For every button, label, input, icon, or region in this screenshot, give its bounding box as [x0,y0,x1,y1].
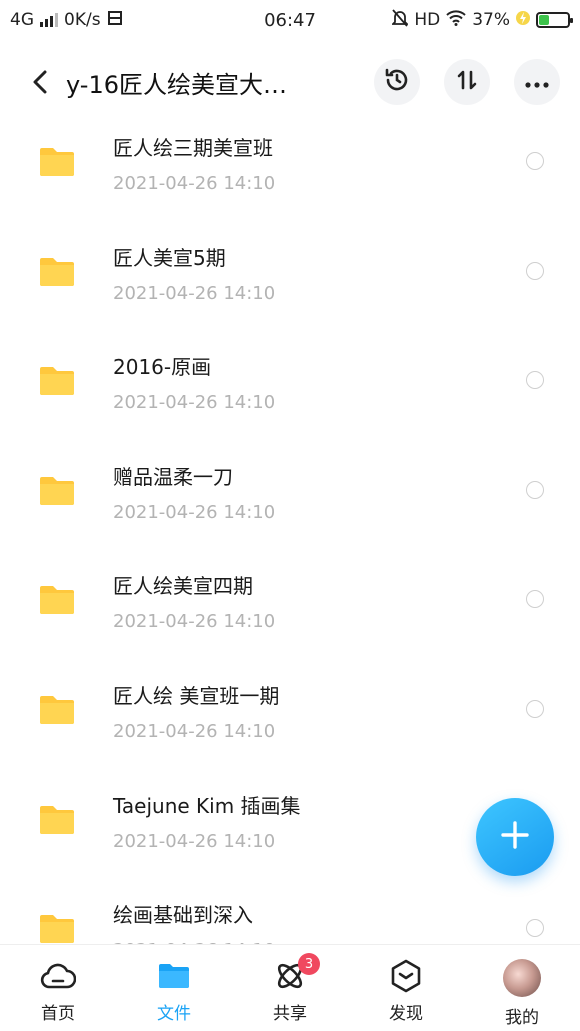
status-right: HD 37% [370,8,573,32]
clock: 06:47 [264,9,316,31]
file-name: 匠人绘三期美宣班 [113,136,273,160]
history-button[interactable] [374,59,420,105]
more-icon [525,73,549,92]
folder-icon [38,256,76,288]
file-text: 2016-原画 2021-04-26 14:10 [113,351,275,413]
select-checkbox[interactable] [526,699,544,718]
select-checkbox[interactable] [526,919,544,938]
file-name: 2016-原画 [113,355,212,380]
history-icon [384,67,410,97]
top-bar: y-16匠人绘美宣大… [0,50,580,114]
sort-button[interactable] [444,59,490,105]
nav-files-label: 文件 [157,1004,191,1024]
wifi-icon [446,9,466,31]
list-item[interactable]: 匠人绘美宣四期 2021-04-26 14:10 [0,558,580,668]
list-item[interactable]: 绘画基础到深入 2021-04-26 14:10 [0,887,580,944]
nav-me-label: 我的 [505,1008,539,1028]
folder-icon [38,365,76,397]
avatar [503,959,541,997]
file-text: 匠人美宣5期 2021-04-26 14:10 [113,242,275,304]
file-text: 赠品温柔一刀 2021-04-26 14:10 [113,461,275,523]
file-text: 绘画基础到深入 2021-04-26 14:10 [113,899,275,944]
nav-home-label: 首页 [41,1004,75,1024]
list-item[interactable]: 匠人绘 美宣班一期 2021-04-26 14:10 [0,668,580,778]
folder-icon [38,694,76,726]
share-badge: 3 [298,953,320,975]
select-checkbox[interactable] [526,590,544,609]
cloud-icon [40,959,76,993]
folder-icon [38,584,76,616]
list-item[interactable]: 匠人绘三期美宣班 2021-04-26 14:10 [0,120,580,230]
header-actions [374,59,560,105]
folder-icon [38,146,76,178]
select-checkbox[interactable] [526,261,544,280]
file-name: 匠人绘美宣四期 [113,574,253,599]
plus-icon [499,819,531,855]
speed-label: 0K/s [64,10,101,30]
bottom-nav: 首页 文件 3 共享 发现 我的 [0,944,580,1031]
folder-icon [38,804,76,836]
file-name: 赠品温柔一刀 [113,464,233,489]
file-date: 2021-04-26 14:10 [113,392,276,414]
folder-icon [38,913,76,944]
screenshot-icon [107,10,123,31]
mute-icon [391,8,410,32]
select-checkbox[interactable] [526,371,544,390]
file-text: 匠人绘美宣四期 2021-04-26 14:10 [113,570,275,632]
network-label: 4G [10,10,34,30]
more-button[interactable] [514,59,560,105]
sort-icon [455,68,479,96]
nav-share-label: 共享 [273,1004,307,1024]
page-title: y-16匠人绘美宣大… [66,70,287,99]
select-checkbox[interactable] [526,480,544,499]
file-date: 2021-04-26 14:10 [113,501,276,523]
nav-me[interactable]: 我的 [464,945,580,1031]
file-text: 匠人绘 美宣班一期 2021-04-26 14:10 [113,680,279,742]
nav-home[interactable]: 首页 [0,945,116,1031]
file-text: Taejune Kim 插画集 2021-04-26 14:10 [113,790,301,852]
battery-percent: 37% [472,10,510,30]
hd-label: HD [414,10,441,30]
nav-share[interactable]: 3 共享 [232,945,348,1031]
back-icon[interactable] [22,64,58,100]
file-date: 2021-04-26 14:10 [113,830,276,852]
battery-icon [536,12,573,28]
list-item[interactable]: 赠品温柔一刀 2021-04-26 14:10 [0,449,580,559]
nav-discover-label: 发现 [389,1004,423,1024]
signal-icon [40,13,58,27]
file-text: 匠人绘三期美宣班 2021-04-26 14:10 [113,132,275,194]
file-date: 2021-04-26 14:10 [113,611,276,633]
file-name: 匠人绘 美宣班一期 [113,683,280,708]
charging-icon [516,10,530,31]
folder-tab-icon [156,959,192,993]
status-left: 4G 0K/s [10,10,210,31]
file-name: 绘画基础到深入 [113,903,253,928]
file-date: 2021-04-26 14:10 [113,173,276,194]
add-button[interactable] [476,798,554,876]
nav-files[interactable]: 文件 [116,945,232,1031]
folder-icon [38,475,76,507]
nav-discover[interactable]: 发现 [348,945,464,1031]
status-bar: 4G 0K/s 06:47 HD 37% [0,0,580,40]
file-date: 2021-04-26 14:10 [113,282,276,304]
file-name: 匠人美宣5期 [113,245,226,270]
file-name: Taejune Kim 插画集 [113,793,301,818]
select-checkbox[interactable] [526,152,544,170]
list-item[interactable]: 2016-原画 2021-04-26 14:10 [0,339,580,449]
list-item[interactable]: 匠人美宣5期 2021-04-26 14:10 [0,230,580,340]
file-date: 2021-04-26 14:10 [113,720,276,742]
discover-icon [388,959,424,993]
